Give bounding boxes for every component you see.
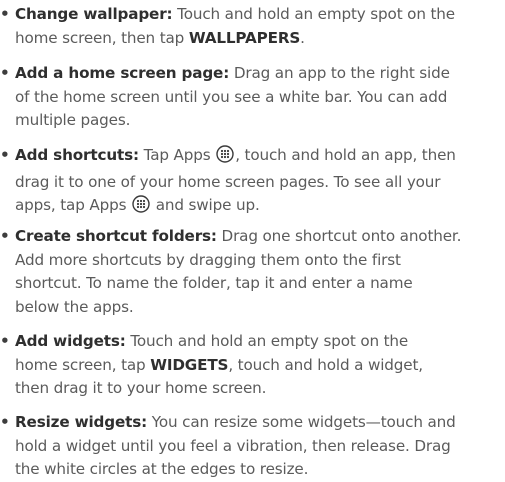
list-item: • Create shortcut folders: Drag one shor… — [0, 225, 505, 319]
item-text: Drag an app to the right side — [229, 64, 450, 82]
text-line: shortcut. To name the folder, tap it and… — [0, 272, 505, 296]
list-item: • Add widgets: Touch and hold an empty s… — [0, 330, 505, 401]
item-term: Add shortcuts: — [15, 146, 139, 164]
bullet: • — [0, 146, 10, 164]
text-line: the white circles at the edges to resize… — [0, 458, 505, 482]
bullet: • — [0, 413, 10, 431]
text-line: Add widgets: Touch and hold an empty spo… — [0, 330, 505, 354]
item-text: home screen, then tap — [15, 28, 189, 47]
apps-icon — [216, 145, 234, 171]
item-text: and swipe up. — [151, 196, 260, 214]
text-line: Change wallpaper: Touch and hold an empt… — [0, 3, 505, 27]
text-line: multiple pages. — [0, 109, 505, 133]
item-text: below the apps. — [15, 297, 134, 316]
list-item: • Resize widgets: You can resize some wi… — [0, 411, 505, 482]
text-line: Add more shortcuts by dragging them onto… — [0, 249, 505, 273]
list-item: • Change wallpaper: Touch and hold an em… — [0, 3, 505, 50]
item-text: drag it to one of your home screen pages… — [15, 172, 441, 191]
text-line: of the home screen until you see a white… — [0, 86, 505, 110]
text-line: home screen, then tap WALLPAPERS. — [0, 27, 505, 51]
item-text: the white circles at the edges to resize… — [15, 460, 309, 478]
item-text: multiple pages. — [15, 111, 131, 129]
apps-icon — [132, 195, 150, 221]
text-line: then drag it to your home screen. — [0, 377, 505, 401]
bullet: • — [0, 332, 10, 350]
text-line: hold a widget until you feel a vibration… — [0, 435, 505, 459]
text-line: Add a home screen page: Drag an app to t… — [0, 62, 505, 86]
item-text: . — [300, 28, 305, 47]
item-term: Resize widgets: — [15, 413, 148, 431]
item-text: shortcut. To name the folder, tap it and… — [15, 274, 413, 292]
text-line: Create shortcut folders: Drag one shortc… — [0, 225, 505, 249]
text-line: drag it to one of your home screen pages… — [0, 171, 505, 195]
text-line: apps, tap Apps and swipe up. — [0, 194, 505, 221]
item-text: Drag one shortcut onto another. — [216, 227, 462, 245]
item-text: apps, tap Apps — [15, 196, 132, 214]
bullet: • — [0, 227, 10, 245]
item-text: then drag it to your home screen. — [15, 379, 267, 397]
item-term: Change wallpaper: — [15, 5, 173, 23]
text-line: Resize widgets: You can resize some widg… — [0, 411, 505, 435]
list-item: • Add a home screen page: Drag an app to… — [0, 62, 505, 133]
text-line: Add shortcuts: Tap Apps , touch and hold… — [0, 144, 505, 171]
list-item: • Add shortcuts: Tap Apps , touch and ho… — [0, 144, 505, 221]
bullet: • — [0, 5, 10, 23]
item-text: Touch and hold an empty spot on the — [125, 332, 409, 350]
item-term: Add a home screen page: — [15, 64, 230, 82]
bullet: • — [0, 64, 10, 82]
ui-keyword: WALLPAPERS — [188, 28, 301, 47]
item-text: Add more shortcuts by dragging them onto… — [15, 250, 401, 269]
item-text: home screen, tap — [15, 355, 151, 374]
item-text: of the home screen until you see a white… — [15, 87, 448, 106]
ui-keyword: WIDGETS — [150, 355, 229, 374]
item-text: , touch and hold an app, then — [235, 146, 456, 164]
item-text: Tap Apps — [138, 146, 216, 164]
item-text: hold a widget until you feel a vibration… — [15, 436, 451, 455]
item-text: Touch and hold an empty spot on the — [172, 5, 455, 23]
item-text: You can resize some widgets—touch and — [147, 413, 456, 431]
text-line: below the apps. — [0, 296, 505, 320]
item-term: Add widgets: — [15, 332, 126, 350]
text-line: home screen, tap WIDGETS, touch and hold… — [0, 354, 505, 378]
item-text: , touch and hold a widget, — [228, 355, 423, 374]
item-term: Create shortcut folders: — [15, 227, 217, 245]
